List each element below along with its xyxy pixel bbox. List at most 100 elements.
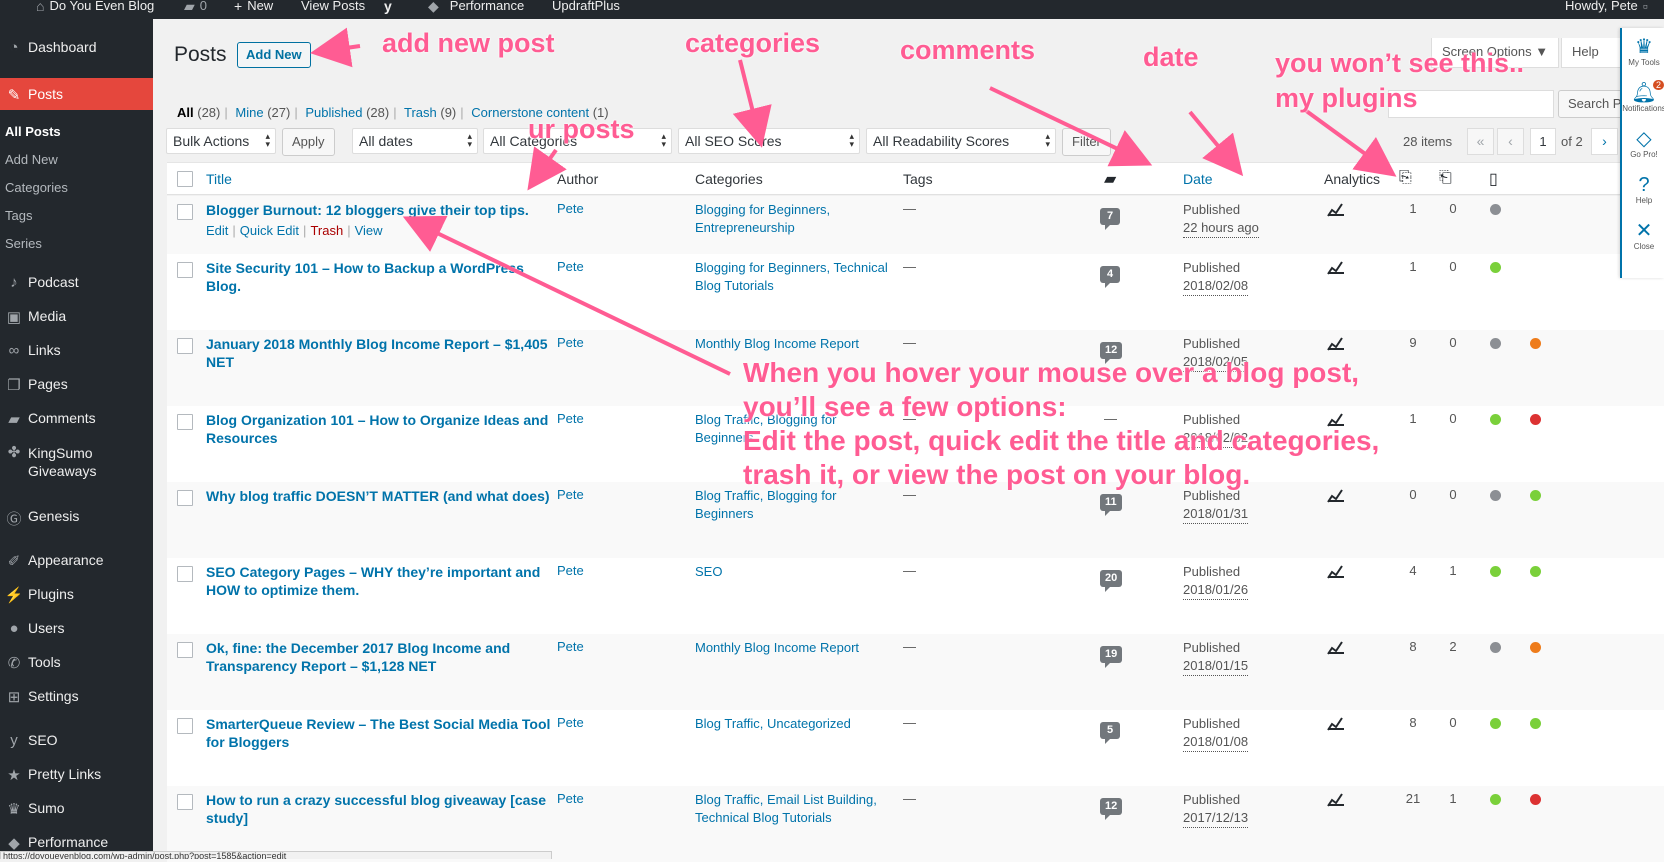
notifications-button[interactable]: 🔔︎ Notifications 2	[1622, 80, 1664, 113]
post-categories[interactable]: Blogging for Beginners, Technical Blog T…	[695, 259, 895, 295]
quick-edit-link[interactable]: Quick Edit	[240, 223, 299, 238]
seo-score-filter-select[interactable]: All SEO Scores	[678, 128, 860, 154]
trash-link[interactable]: Trash	[310, 223, 343, 238]
post-categories[interactable]: Monthly Blog Income Report	[695, 639, 895, 657]
menu-tools[interactable]: ✆ Tools	[0, 654, 153, 672]
analytics-chart-icon[interactable]	[1327, 201, 1345, 220]
menu-settings[interactable]: ⊞ Settings	[0, 688, 153, 706]
post-title-link[interactable]: January 2018 Monthly Blog Income Report …	[206, 335, 556, 371]
comment-count-bubble[interactable]: 7	[1100, 208, 1120, 230]
submenu-add-new[interactable]: Add New	[5, 152, 58, 167]
menu-plugins[interactable]: ⚡ Plugins	[0, 586, 153, 604]
post-categories[interactable]: Blog Traffic, Email List Building, Techn…	[695, 791, 895, 827]
site-name-link[interactable]: ⌂ Do You Even Blog	[36, 0, 154, 19]
readability-filter-select[interactable]: All Readability Scores	[866, 128, 1056, 154]
row-checkbox[interactable]	[177, 566, 193, 582]
analytics-chart-icon[interactable]	[1327, 791, 1345, 810]
post-author-link[interactable]: Pete	[557, 411, 584, 426]
analytics-chart-icon[interactable]	[1327, 259, 1345, 278]
edit-link[interactable]: Edit	[206, 223, 228, 238]
post-title-link[interactable]: Why blog traffic DOESN’T MATTER (and wha…	[206, 487, 556, 505]
post-author-link[interactable]: Pete	[557, 791, 584, 806]
post-author-link[interactable]: Pete	[557, 639, 584, 654]
menu-pages[interactable]: ❐ Pages	[0, 376, 153, 394]
menu-genesis[interactable]: Ⓖ Genesis	[0, 508, 153, 529]
submenu-categories[interactable]: Categories	[5, 180, 68, 195]
post-title-link[interactable]: SEO Category Pages – WHY they’re importa…	[206, 563, 556, 599]
menu-podcast[interactable]: ♪ Podcast	[0, 274, 153, 291]
apply-button[interactable]: Apply	[282, 128, 335, 156]
menu-sumo[interactable]: ♛ Sumo	[0, 800, 153, 818]
new-content-link[interactable]: + New	[234, 0, 273, 19]
comment-count-bubble[interactable]: 12	[1100, 798, 1123, 820]
post-author-link[interactable]: Pete	[557, 715, 584, 730]
row-checkbox[interactable]	[177, 794, 193, 810]
post-categories[interactable]: Blogging for Beginners, Entrepreneurship	[695, 201, 895, 237]
analytics-chart-icon[interactable]	[1327, 639, 1345, 658]
post-title-link[interactable]: Blogger Burnout: 12 bloggers give their …	[206, 201, 556, 219]
submenu-series[interactable]: Series	[5, 236, 42, 251]
post-categories[interactable]: Blog Traffic, Blogging for Beginners	[695, 487, 895, 523]
comment-count-bubble[interactable]: 20	[1100, 570, 1123, 592]
post-categories[interactable]: Blog Traffic, Uncategorized	[695, 715, 895, 733]
post-categories[interactable]: Monthly Blog Income Report	[695, 335, 895, 353]
current-page-input[interactable]: 1	[1530, 128, 1556, 155]
analytics-chart-icon[interactable]	[1327, 335, 1345, 354]
menu-comments[interactable]: ▰ Comments	[0, 410, 153, 428]
menu-kingsumo[interactable]: ✤ KingSumo Giveaways	[0, 444, 153, 480]
post-author-link[interactable]: Pete	[557, 563, 584, 578]
my-account-menu[interactable]: Howdy, Pete ▫	[1565, 0, 1648, 19]
row-checkbox[interactable]	[177, 414, 193, 430]
comment-count-bubble[interactable]: 5	[1100, 722, 1120, 744]
post-author-link[interactable]: Pete	[557, 201, 584, 216]
comment-bubble-icon[interactable]: ▰	[1104, 169, 1116, 189]
view-mine[interactable]: Mine	[235, 105, 263, 120]
go-pro-button[interactable]: ◇ Go Pro!	[1622, 128, 1664, 159]
incoming-links-icon[interactable]: ⎗	[1439, 169, 1452, 187]
analytics-chart-icon[interactable]	[1327, 715, 1345, 734]
date-filter-select[interactable]: All dates	[352, 128, 478, 154]
post-categories[interactable]: SEO	[695, 563, 895, 581]
view-all[interactable]: All	[177, 105, 194, 120]
help-panel-button[interactable]: ? Help	[1622, 174, 1664, 205]
menu-media[interactable]: ▣ Media	[0, 308, 153, 326]
row-checkbox[interactable]	[177, 262, 193, 278]
column-date[interactable]: Date	[1183, 171, 1213, 187]
menu-posts[interactable]: ✎ Posts	[0, 78, 153, 110]
add-new-button[interactable]: Add New	[237, 42, 311, 68]
post-title-link[interactable]: SmarterQueue Review – The Best Social Me…	[206, 715, 556, 751]
post-title-link[interactable]: Blog Organization 101 – How to Organize …	[206, 411, 556, 447]
post-title-link[interactable]: Ok, fine: the December 2017 Blog Income …	[206, 639, 556, 675]
post-author-link[interactable]: Pete	[557, 487, 584, 502]
view-link[interactable]: View	[355, 223, 383, 238]
prev-page-button[interactable]: ‹	[1497, 128, 1524, 155]
outgoing-links-icon[interactable]: ⎘	[1399, 169, 1412, 187]
yoast-menu[interactable]: y	[384, 0, 392, 19]
menu-performance[interactable]: ◆ Performance	[0, 834, 153, 852]
submenu-all-posts[interactable]: All Posts	[5, 124, 61, 139]
post-title-link[interactable]: Site Security 101 – How to Backup a Word…	[206, 259, 556, 295]
analytics-chart-icon[interactable]	[1327, 563, 1345, 582]
view-trash[interactable]: Trash	[404, 105, 437, 120]
filter-button[interactable]: Filter	[1062, 128, 1111, 156]
close-panel-button[interactable]: ✕ Close	[1622, 220, 1664, 251]
performance-menu[interactable]: ◆ Performance	[428, 0, 524, 19]
row-checkbox[interactable]	[177, 718, 193, 734]
row-checkbox[interactable]	[177, 490, 193, 506]
column-title[interactable]: Title	[206, 171, 232, 187]
next-page-button[interactable]: ›	[1591, 128, 1618, 155]
post-title-link[interactable]: How to run a crazy successful blog givea…	[206, 791, 556, 827]
comments-link[interactable]: ▰ 0	[184, 0, 207, 19]
updraftplus-menu[interactable]: UpdraftPlus	[552, 0, 620, 19]
view-posts-link[interactable]: View Posts	[301, 0, 365, 19]
menu-seo[interactable]: y SEO	[0, 732, 153, 749]
post-author-link[interactable]: Pete	[557, 335, 584, 350]
menu-pretty-links[interactable]: ★ Pretty Links	[0, 766, 153, 784]
row-checkbox[interactable]	[177, 204, 193, 220]
post-author-link[interactable]: Pete	[557, 259, 584, 274]
menu-users[interactable]: ● Users	[0, 620, 153, 637]
select-all-checkbox[interactable]	[177, 171, 193, 187]
my-tools-button[interactable]: ♛ My Tools	[1622, 36, 1664, 67]
comment-count-bubble[interactable]: 19	[1100, 646, 1123, 668]
first-page-button[interactable]: «	[1467, 128, 1494, 155]
